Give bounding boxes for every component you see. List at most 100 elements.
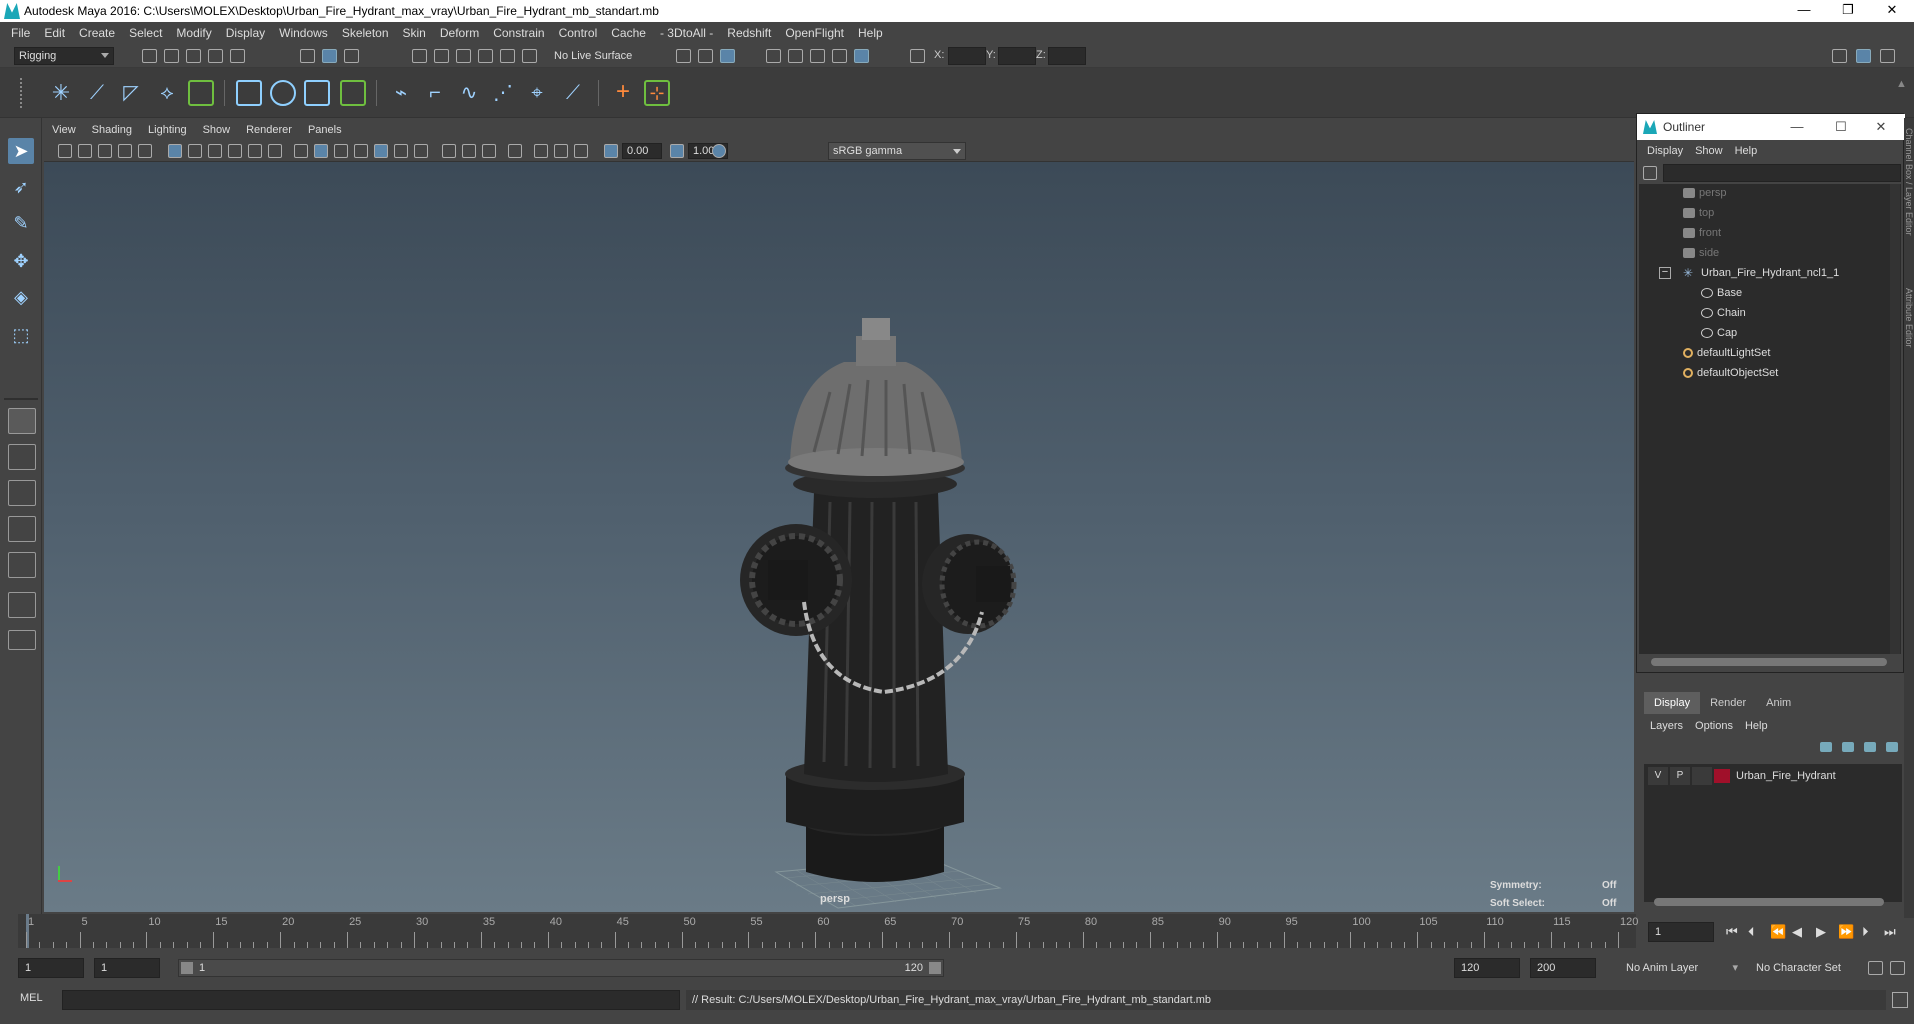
z-field[interactable] [1048, 47, 1086, 65]
layer-menu-layers[interactable]: Layers [1644, 720, 1689, 732]
joint-tool-icon[interactable]: ✳ [48, 80, 74, 106]
tab-anim[interactable]: Anim [1756, 692, 1801, 714]
exposure-field[interactable]: 0.00 [622, 143, 662, 159]
step-back-key-icon[interactable]: ⏴ [1748, 924, 1755, 940]
point-constraint-icon[interactable]: + [610, 80, 636, 106]
select-component-icon[interactable] [344, 49, 359, 63]
outliner-item-base[interactable]: Base [1701, 284, 1742, 302]
panel-menu-show[interactable]: Show [195, 124, 239, 136]
menu-create[interactable]: Create [72, 26, 122, 40]
depth-of-field-icon[interactable] [482, 144, 496, 158]
film-gate-icon[interactable] [188, 144, 202, 158]
outliner-close-button[interactable]: ✕ [1861, 114, 1901, 140]
panel-menu-panels[interactable]: Panels [300, 124, 350, 136]
wireframe-on-shaded-icon[interactable] [334, 144, 348, 158]
x-field[interactable] [948, 47, 986, 65]
channel-box-icon[interactable] [1880, 49, 1895, 63]
transform-mode-icon[interactable] [910, 49, 925, 63]
play-forwards-icon[interactable]: ▶ [1816, 924, 1826, 940]
playback-end-field[interactable]: 120 [1454, 958, 1520, 978]
snap-view-plane-icon[interactable] [500, 49, 515, 63]
menu-modify[interactable]: Modify [169, 26, 218, 40]
close-button[interactable]: ✕ [1870, 0, 1914, 22]
lasso-tool-icon[interactable]: ➶ [8, 174, 34, 200]
nonlinear-icon[interactable] [304, 80, 330, 106]
new-layer-from-selection-icon[interactable] [1886, 742, 1898, 752]
select-object-icon[interactable] [322, 49, 337, 63]
color-management-icon[interactable] [712, 144, 726, 158]
script-editor-icon[interactable] [1892, 992, 1908, 1008]
attribute-editor-tab[interactable]: Attribute Editor [1904, 288, 1914, 348]
four-pane-layout-icon[interactable] [8, 444, 36, 470]
use-all-lights-icon[interactable] [374, 144, 388, 158]
ipr-render-icon[interactable] [810, 49, 825, 63]
outliner-menu-display[interactable]: Display [1641, 145, 1689, 157]
y-field[interactable] [998, 47, 1036, 65]
select-tool-icon[interactable]: ➤ [8, 138, 34, 164]
menu-control[interactable]: Control [552, 26, 605, 40]
animation-preferences-icon[interactable] [1890, 961, 1905, 975]
auto-key-icon[interactable] [1868, 961, 1883, 975]
outliner-item-default-light-set[interactable]: defaultLightSet [1683, 344, 1770, 362]
cluster-icon[interactable] [270, 80, 296, 106]
filter-icon[interactable] [1643, 166, 1657, 180]
menu-3dtoall[interactable]: - 3DtoAll - [653, 26, 720, 40]
move-tool-icon[interactable]: ✥ [8, 248, 34, 274]
xray-joints-icon[interactable] [574, 144, 588, 158]
menu-help[interactable]: Help [851, 26, 890, 40]
menu-windows[interactable]: Windows [272, 26, 335, 40]
snap-curve-icon[interactable] [434, 49, 449, 63]
layer-playback-toggle[interactable]: P [1670, 767, 1690, 785]
resolution-gate-icon[interactable] [208, 144, 222, 158]
move-layer-down-icon[interactable] [1842, 742, 1854, 752]
playback-start-field[interactable]: 1 [94, 958, 160, 978]
panel-menu-renderer[interactable]: Renderer [238, 124, 300, 136]
character-set-dropdown[interactable]: No Character Set [1750, 958, 1864, 978]
field-chart-icon[interactable] [248, 144, 262, 158]
range-end-handle[interactable] [929, 962, 941, 974]
play-backwards-icon[interactable]: ◀ [1792, 924, 1802, 940]
outliner-horizontal-scrollbar[interactable] [1651, 658, 1887, 666]
camera-attributes-icon[interactable] [58, 144, 72, 158]
wireframe-icon[interactable] [294, 144, 308, 158]
menu-deform[interactable]: Deform [433, 26, 486, 40]
restore-button[interactable]: ❐ [1826, 0, 1870, 22]
outliner-menu-help[interactable]: Help [1729, 145, 1764, 157]
persp-outliner-layout-icon[interactable] [8, 516, 36, 542]
persp-graph-layout-icon[interactable] [8, 552, 36, 578]
step-back-frame-icon[interactable]: ⏪ [1770, 924, 1786, 940]
outliner-search-field[interactable] [1663, 164, 1901, 182]
wrap-icon[interactable] [340, 80, 366, 106]
redo-icon[interactable] [230, 49, 245, 63]
outliner-item-top[interactable]: top [1683, 204, 1714, 222]
go-to-end-icon[interactable]: ⏭ [1884, 924, 1896, 940]
menu-skeleton[interactable]: Skeleton [335, 26, 396, 40]
modeling-toolkit-icon[interactable] [1832, 49, 1847, 63]
2d-pan-zoom-icon[interactable] [138, 144, 152, 158]
safe-action-icon[interactable] [268, 144, 282, 158]
current-frame-field[interactable]: 1 [1648, 922, 1714, 942]
ik-spline-icon[interactable]: ◸ [118, 80, 144, 106]
make-live-icon[interactable] [522, 49, 537, 63]
outliner-vertical-scrollbar[interactable] [1890, 184, 1900, 654]
ik-handle-icon[interactable]: ⟋ [84, 80, 110, 106]
single-pane-layout-icon[interactable] [8, 408, 36, 434]
outliner-item-persp[interactable]: persp [1683, 184, 1727, 202]
open-scene-icon[interactable] [164, 49, 179, 63]
textured-icon[interactable] [354, 144, 368, 158]
outliner-item-group[interactable]: ✳ Urban_Fire_Hydrant_ncl1_1 [1683, 264, 1839, 282]
animation-start-field[interactable]: 1 [18, 958, 84, 978]
collapse-toggle-icon[interactable]: − [1659, 267, 1671, 279]
color-space-dropdown[interactable]: sRGB gamma [828, 142, 966, 160]
smooth-shade-icon[interactable] [314, 144, 328, 158]
layer-menu-help[interactable]: Help [1739, 720, 1774, 732]
exposure-toggle-icon[interactable] [604, 144, 618, 158]
outliner-maximize-button[interactable]: ☐ [1821, 114, 1861, 140]
outliner-menu-show[interactable]: Show [1689, 145, 1729, 157]
anim-layer-dropdown[interactable]: No Anim Layer ▾ [1620, 958, 1744, 978]
menu-set-dropdown[interactable]: Rigging [14, 47, 114, 65]
bookmark-icon[interactable] [98, 144, 112, 158]
new-empty-layer-icon[interactable] [1864, 742, 1876, 752]
outliner-item-cap[interactable]: Cap [1701, 324, 1737, 342]
bind-skin-icon[interactable]: ⌁ [388, 80, 414, 106]
